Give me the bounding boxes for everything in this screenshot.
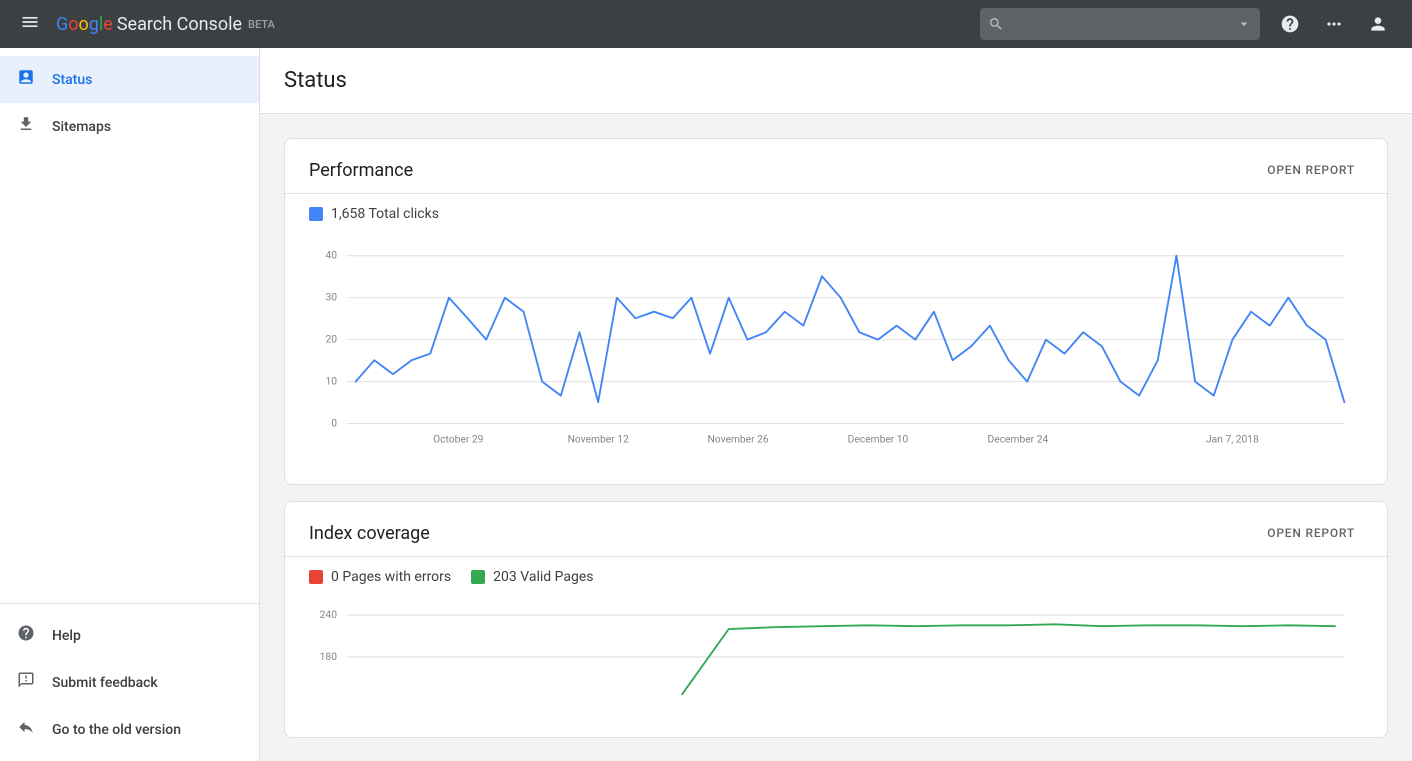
product-name: Search Console — [117, 14, 242, 35]
errors-legend-dot — [309, 570, 323, 584]
performance-chart-svg: 40 30 20 10 0 Octobe — [309, 234, 1363, 464]
feedback-icon — [16, 671, 36, 694]
sidebar-item-feedback[interactable]: Submit feedback — [0, 659, 259, 706]
valid-legend-text: 203 Valid Pages — [493, 569, 593, 585]
errors-legend-text: 0 Pages with errors — [331, 569, 451, 585]
status-icon — [16, 68, 36, 91]
index-coverage-legend-errors: 0 Pages with errors — [309, 569, 451, 585]
x-label-dec24: December 24 — [988, 432, 1049, 445]
sidebar-item-sitemaps[interactable]: Sitemaps — [0, 103, 259, 150]
performance-title: Performance — [309, 160, 413, 181]
help-icon — [16, 624, 36, 647]
index-coverage-card: Index coverage OPEN REPORT 0 Pages with … — [284, 501, 1388, 738]
performance-legend: 1,658 Total clicks — [285, 194, 1387, 234]
index-coverage-legend: 0 Pages with errors 203 Valid Pages — [285, 557, 1387, 597]
y-label-180: 180 — [320, 650, 338, 663]
old-version-label: Go to the old version — [52, 722, 181, 738]
x-label-jan7: Jan 7, 2018 — [1206, 432, 1259, 445]
index-coverage-card-header: Index coverage OPEN REPORT — [285, 502, 1387, 557]
sidebar: Status Sitemaps Help — [0, 48, 260, 761]
app-logo: Google Search Console BETA — [56, 14, 275, 35]
sitemaps-icon — [16, 115, 36, 138]
search-bar[interactable] — [980, 8, 1260, 40]
main-content: Status Performance OPEN REPORT 1,658 Tot… — [260, 48, 1412, 761]
page-title: Status — [284, 68, 1388, 93]
y-label-240: 240 — [320, 608, 338, 621]
old-version-icon — [16, 718, 36, 741]
index-coverage-title: Index coverage — [309, 523, 430, 544]
performance-legend-text: 1,658 Total clicks — [331, 206, 439, 222]
apps-button[interactable] — [1316, 6, 1352, 42]
account-button[interactable] — [1360, 6, 1396, 42]
performance-card: Performance OPEN REPORT 1,658 Total clic… — [284, 138, 1388, 485]
beta-badge: BETA — [248, 18, 275, 31]
index-coverage-chart: 240 180 — [285, 597, 1387, 737]
performance-card-header: Performance OPEN REPORT — [285, 139, 1387, 194]
dropdown-icon[interactable] — [1236, 16, 1252, 32]
help-label: Help — [52, 628, 81, 644]
y-label-0: 0 — [331, 416, 337, 429]
sidebar-item-help[interactable]: Help — [0, 612, 259, 659]
x-label-nov26: November 26 — [707, 432, 768, 445]
feedback-label: Submit feedback — [52, 675, 158, 691]
valid-legend-dot — [471, 570, 485, 584]
sitemaps-label: Sitemaps — [52, 119, 111, 135]
sidebar-item-status[interactable]: Status — [0, 56, 259, 103]
content-header: Status — [260, 48, 1412, 114]
search-input[interactable] — [1012, 16, 1228, 32]
content-body: Performance OPEN REPORT 1,658 Total clic… — [260, 114, 1412, 761]
header-actions — [1272, 6, 1396, 42]
x-label-oct29: October 29 — [433, 432, 483, 445]
x-label-dec10: December 10 — [848, 432, 909, 445]
search-icon — [988, 16, 1004, 32]
y-label-30: 30 — [325, 290, 337, 303]
performance-line — [356, 256, 1345, 402]
help-button[interactable] — [1272, 6, 1308, 42]
y-label-40: 40 — [325, 249, 337, 262]
x-label-nov12: November 12 — [568, 432, 629, 445]
performance-legend-item: 1,658 Total clicks — [309, 206, 439, 222]
sidebar-nav: Status Sitemaps — [0, 48, 259, 603]
performance-open-report[interactable]: OPEN REPORT — [1259, 159, 1363, 181]
google-wordmark: Google — [56, 14, 113, 35]
performance-chart: 40 30 20 10 0 Octobe — [285, 234, 1387, 484]
main-layout: Status Sitemaps Help — [0, 48, 1412, 761]
index-coverage-line — [682, 624, 1335, 694]
menu-icon[interactable] — [16, 8, 44, 41]
index-coverage-chart-svg: 240 180 — [309, 597, 1363, 717]
index-coverage-legend-valid: 203 Valid Pages — [471, 569, 593, 585]
sidebar-item-old-version[interactable]: Go to the old version — [0, 706, 259, 753]
status-label: Status — [52, 72, 92, 88]
app-header: Google Search Console BETA — [0, 0, 1412, 48]
y-label-10: 10 — [325, 374, 337, 387]
sidebar-bottom: Help Submit feedback Go to the old versi… — [0, 603, 259, 761]
performance-legend-dot — [309, 207, 323, 221]
index-coverage-open-report[interactable]: OPEN REPORT — [1259, 522, 1363, 544]
y-label-20: 20 — [325, 332, 337, 345]
